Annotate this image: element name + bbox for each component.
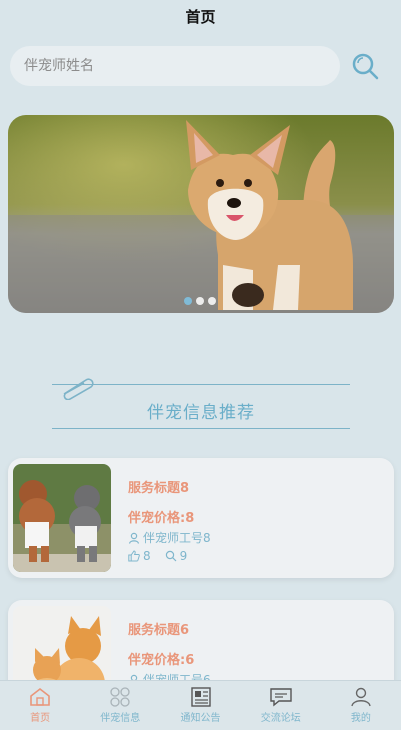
card-stats: 8 9	[128, 549, 187, 563]
search-input[interactable]	[10, 46, 340, 86]
section-divider	[52, 428, 350, 429]
tab-label: 我的	[350, 713, 371, 724]
pet-service-card[interactable]: 服务标题8 伴宠价格:8 伴宠师工号8 8 9	[8, 458, 394, 578]
section-title: 伴宠信息推荐	[147, 403, 255, 423]
tab-mine[interactable]: 我的	[321, 681, 401, 730]
bottom-tab-bar: 首页 伴宠信息 通知公告 交流论坛 我的	[0, 680, 401, 730]
tab-label: 首页	[30, 713, 51, 724]
tab-home[interactable]: 首页	[0, 681, 80, 730]
card-title: 服务标题6	[128, 623, 190, 638]
card-price: 伴宠价格:6	[128, 653, 195, 668]
page-title: 首页	[185, 7, 216, 26]
user-icon	[351, 687, 371, 707]
banner-image	[8, 115, 394, 313]
card-price: 伴宠价格:8	[128, 511, 195, 526]
like-stat[interactable]: 8	[128, 549, 151, 563]
tab-forum[interactable]: 交流论坛	[241, 681, 321, 730]
banner-carousel[interactable]	[8, 115, 394, 313]
tab-notices[interactable]: 通知公告	[160, 681, 240, 730]
card-thumbnail	[13, 464, 111, 572]
paperclip-icon	[63, 378, 94, 400]
carousel-dot[interactable]	[184, 297, 192, 305]
search-icon	[165, 550, 177, 562]
thumbs-up-icon	[128, 550, 140, 562]
home-icon	[30, 687, 50, 706]
view-count: 9	[179, 549, 188, 563]
carousel-dots	[184, 297, 216, 305]
tab-label: 通知公告	[180, 713, 221, 724]
card-title: 服务标题8	[128, 481, 190, 496]
grid-icon	[110, 687, 130, 707]
card-worker-label: 伴宠师工号8	[143, 531, 211, 545]
carousel-dot[interactable]	[196, 297, 204, 305]
chat-icon	[270, 688, 292, 707]
like-count: 8	[143, 549, 151, 563]
newspaper-icon	[190, 687, 211, 707]
view-stat: 9	[165, 549, 188, 563]
card-worker: 伴宠师工号8	[128, 529, 211, 546]
search-bar	[10, 46, 391, 86]
section-header: 伴宠信息推荐	[52, 372, 350, 430]
tab-label: 伴宠信息	[100, 713, 141, 724]
search-icon[interactable]	[350, 51, 380, 81]
tab-label: 交流论坛	[260, 713, 301, 724]
tab-pet-info[interactable]: 伴宠信息	[80, 681, 160, 730]
user-icon	[128, 532, 140, 544]
carousel-dot[interactable]	[208, 297, 216, 305]
top-bar: 首页	[0, 0, 401, 32]
